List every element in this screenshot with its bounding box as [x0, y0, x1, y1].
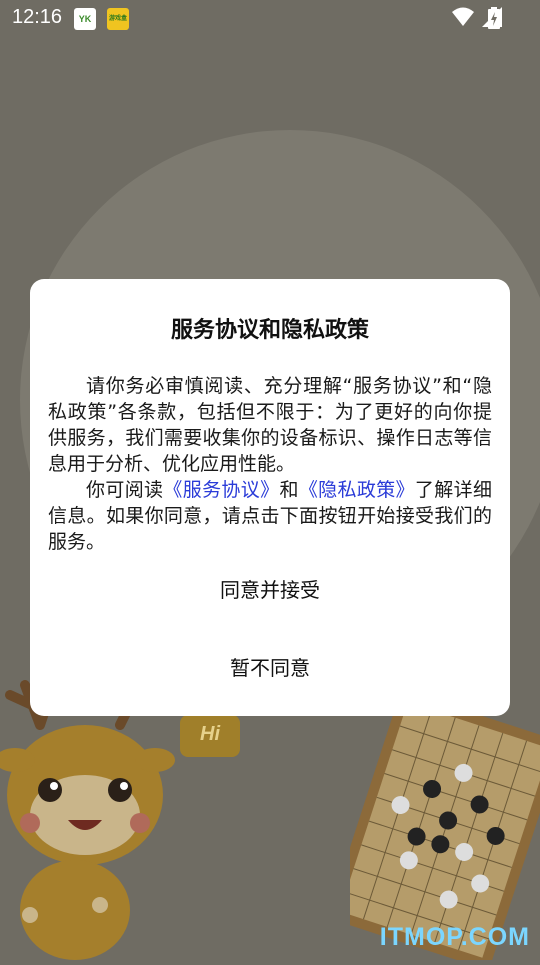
- privacy-dialog: 服务协议和隐私政策 请你务必审慎阅读、充分理解“服务协议”和“隐私政策”各条款，…: [30, 279, 510, 716]
- dialog-body: 请你务必审慎阅读、充分理解“服务协议”和“隐私政策”各条款，包括但不限于：为了更…: [48, 373, 492, 555]
- wifi-icon: [452, 7, 474, 26]
- dialog-title: 服务协议和隐私政策: [170, 318, 369, 343]
- dialog-paragraph-1: 请你务必审慎阅读、充分理解“服务协议”和“隐私政策”各条款，包括但不限于：为了更…: [48, 375, 492, 475]
- gomoku-board-illustration: [350, 700, 540, 960]
- status-bar: 12:16 YK 游戏盒: [0, 0, 540, 36]
- game-app-icon: 游戏盒: [107, 8, 129, 30]
- battery-icon: [488, 7, 500, 29]
- yk-app-icon: YK: [74, 8, 96, 30]
- privacy-policy-link[interactable]: 《隐私政策》: [299, 479, 415, 501]
- paragraph-2-prefix: 你可阅读: [86, 479, 164, 501]
- status-time: 12:16: [12, 6, 63, 28]
- paragraph-2-and: 和: [279, 479, 299, 501]
- dialog-paragraph-2: 你可阅读《服务协议》和《隐私政策》了解详细信息。如果你同意，请点击下面按钮开始接…: [48, 477, 492, 555]
- service-agreement-link[interactable]: 《服务协议》: [163, 479, 279, 501]
- agree-button[interactable]: 同意并接受: [30, 574, 510, 603]
- decline-button[interactable]: 暂不同意: [30, 652, 510, 681]
- watermark: ITMOP.COM: [379, 923, 530, 951]
